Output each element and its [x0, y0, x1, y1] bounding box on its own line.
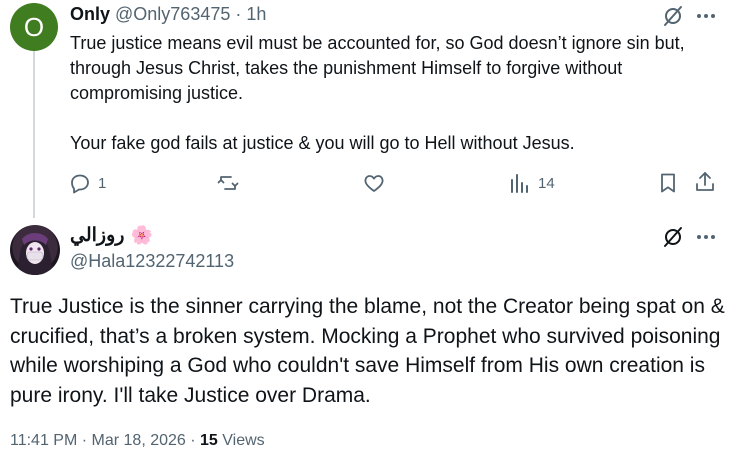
reply-icon	[68, 171, 92, 195]
handle[interactable]: @Only763475	[115, 4, 230, 25]
avatar[interactable]	[10, 225, 60, 275]
views-button[interactable]: 14	[508, 171, 555, 195]
tweet-text: True justice means evil must be accounte…	[70, 31, 730, 156]
user-name-row: روزالي 🌸	[70, 224, 153, 247]
grok-icon[interactable]	[661, 225, 685, 249]
timestamp[interactable]: 1h	[246, 4, 266, 25]
retweet-icon	[216, 171, 240, 195]
tweet-header: Only @Only763475 · 1h	[70, 4, 266, 25]
timestamp[interactable]: 11:41 PM · Mar 18, 2026 ·	[10, 432, 196, 449]
views-icon	[508, 171, 532, 195]
reply-count: 1	[98, 174, 107, 192]
flower-emoji: 🌸	[130, 225, 153, 245]
bookmark-icon[interactable]	[656, 171, 680, 195]
like-icon	[362, 171, 386, 195]
more-icon[interactable]	[694, 225, 718, 249]
thread-line	[33, 50, 35, 218]
views-count: 15	[200, 432, 218, 449]
views-label: Views	[222, 432, 265, 449]
retweet-button[interactable]	[216, 171, 246, 195]
tweet-paragraph: Your fake god fails at justice & you wil…	[70, 133, 575, 153]
display-name[interactable]: روزالي	[70, 224, 124, 247]
avatar-letter: O	[23, 11, 45, 42]
views-count: 14	[538, 174, 555, 192]
more-icon[interactable]	[694, 4, 718, 28]
separator: ·	[235, 4, 242, 24]
avatar-illustration	[18, 233, 52, 275]
tweet-text: True Justice is the sinner carrying the …	[10, 295, 725, 407]
tweet-paragraph: True justice means evil must be accounte…	[70, 33, 685, 103]
like-button[interactable]	[362, 171, 392, 195]
handle[interactable]: @Hala12322742113	[70, 251, 234, 272]
share-icon[interactable]	[693, 170, 717, 194]
reply-button[interactable]: 1	[68, 171, 106, 195]
tweet-footer: 11:41 PM · Mar 18, 2026 · 15 Views	[10, 432, 265, 450]
display-name[interactable]: Only	[70, 4, 110, 25]
grok-icon[interactable]	[661, 4, 685, 28]
avatar[interactable]: O	[10, 3, 58, 51]
